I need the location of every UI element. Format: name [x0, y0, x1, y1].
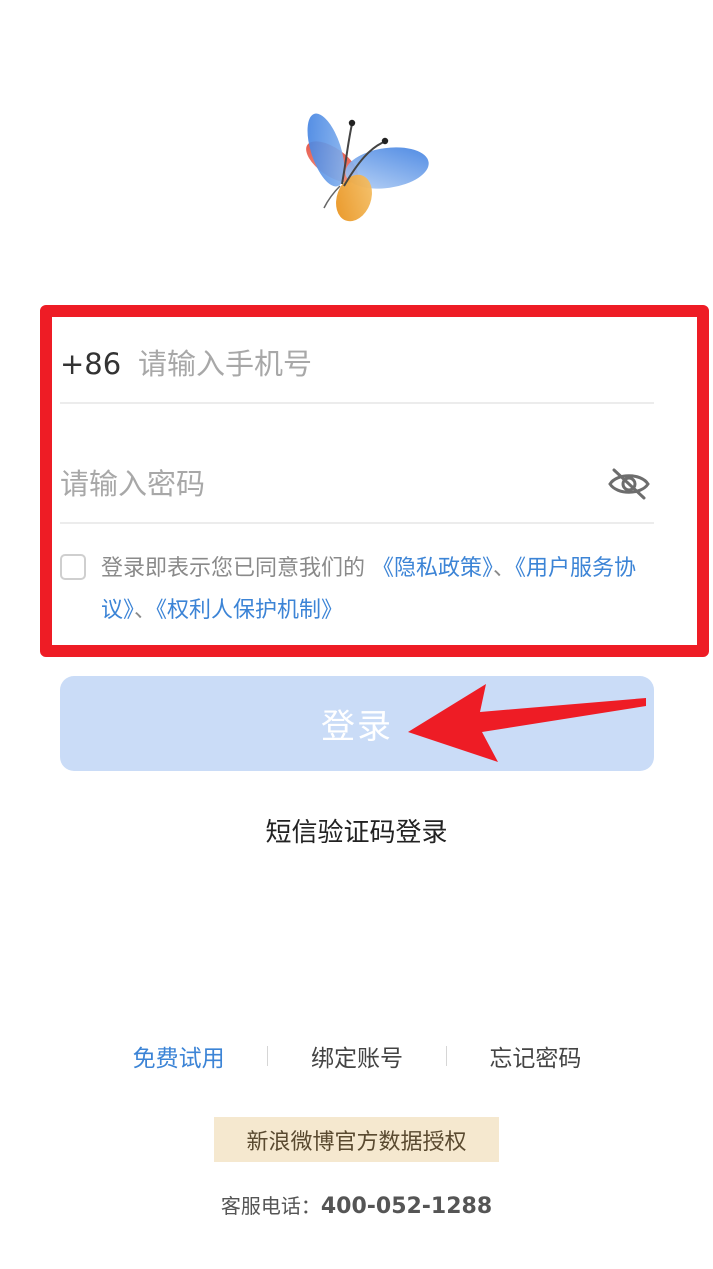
agreement-text: 登录即表示您已同意我们的 《隐私政策》、《用户服务协议》、《权利人保护机制》 — [101, 548, 653, 632]
agreement-checkbox[interactable] — [60, 554, 86, 580]
customer-service-hotline: 客服电话：400-052-1288 — [0, 1190, 713, 1219]
forgot-password-link[interactable]: 忘记密码 — [447, 1039, 624, 1073]
bottom-links: 免费试用 绑定账号 忘记密码 — [90, 1036, 624, 1076]
password-row — [60, 446, 654, 524]
privacy-policy-link[interactable]: 《隐私政策》 — [372, 556, 493, 581]
butterfly-logo-icon — [306, 113, 429, 222]
agreement-separator: 、 — [493, 556, 516, 581]
bind-account-link[interactable]: 绑定账号 — [268, 1039, 445, 1073]
hotline-number[interactable]: 400-052-1288 — [321, 1194, 492, 1219]
rights-protection-link[interactable]: 《权利人保护机制》 — [156, 598, 343, 623]
annotation-arrow-icon — [408, 684, 646, 762]
eye-off-icon[interactable] — [606, 461, 652, 507]
free-trial-link[interactable]: 免费试用 — [90, 1039, 267, 1073]
country-code[interactable]: +86 — [60, 347, 138, 381]
sms-login-link[interactable]: 短信验证码登录 — [0, 812, 713, 849]
password-input[interactable] — [60, 454, 606, 514]
phone-input[interactable] — [138, 334, 654, 394]
auth-badge: 新浪微博官方数据授权 — [214, 1117, 499, 1162]
agreement-row: 登录即表示您已同意我们的 《隐私政策》、《用户服务协议》、《权利人保护机制》 — [60, 548, 654, 628]
hotline-label: 客服电话： — [220, 1194, 321, 1218]
agreement-separator: 、 — [134, 598, 157, 623]
agreement-prefix: 登录即表示您已同意我们的 — [101, 556, 372, 581]
phone-row: +86 — [60, 326, 654, 404]
